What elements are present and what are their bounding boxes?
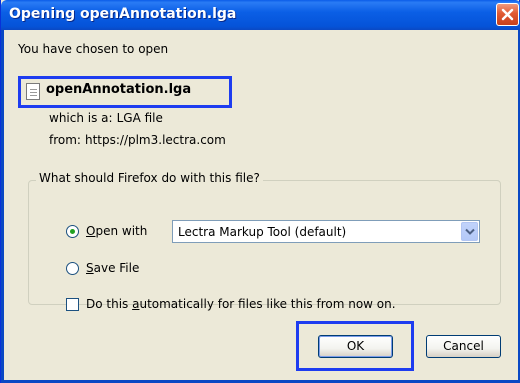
file-type-label: which is a: bbox=[49, 111, 113, 125]
file-icon bbox=[26, 83, 40, 100]
open-with-radio[interactable] bbox=[66, 225, 79, 238]
file-name: openAnnotation.lga bbox=[46, 82, 192, 97]
file-type-value: LGA file bbox=[116, 111, 163, 125]
title-bar[interactable]: Opening openAnnotation.lga bbox=[1, 0, 520, 30]
file-source-value: https://plm3.lectra.com bbox=[84, 133, 226, 147]
application-select-value: Lectra Markup Tool (default) bbox=[178, 225, 347, 239]
cancel-button[interactable]: Cancel bbox=[426, 335, 501, 358]
close-button[interactable] bbox=[496, 3, 519, 26]
file-source-row: from: https://plm3.lectra.com bbox=[49, 133, 226, 147]
window-title: Opening openAnnotation.lga bbox=[9, 6, 237, 22]
intro-text: You have chosen to open bbox=[18, 42, 169, 56]
dialog-body: You have chosen to open openAnnotation.l… bbox=[1, 30, 520, 383]
ok-button[interactable]: OK bbox=[318, 335, 393, 358]
auto-action-label[interactable]: Do this automatically for files like thi… bbox=[86, 297, 396, 311]
application-select-arrow[interactable] bbox=[461, 222, 478, 241]
open-with-label[interactable]: Open with bbox=[86, 224, 147, 238]
file-type-row: which is a: LGA file bbox=[49, 111, 163, 125]
action-group-legend: What should Firefox do with this file? bbox=[36, 171, 263, 185]
save-file-radio[interactable] bbox=[66, 262, 79, 275]
save-file-label[interactable]: Save File bbox=[86, 261, 139, 275]
auto-action-checkbox[interactable] bbox=[66, 298, 79, 311]
file-source-label: from: bbox=[49, 133, 81, 147]
application-select[interactable]: Lectra Markup Tool (default) bbox=[172, 220, 480, 243]
download-dialog: Opening openAnnotation.lga You have chos… bbox=[0, 0, 520, 383]
